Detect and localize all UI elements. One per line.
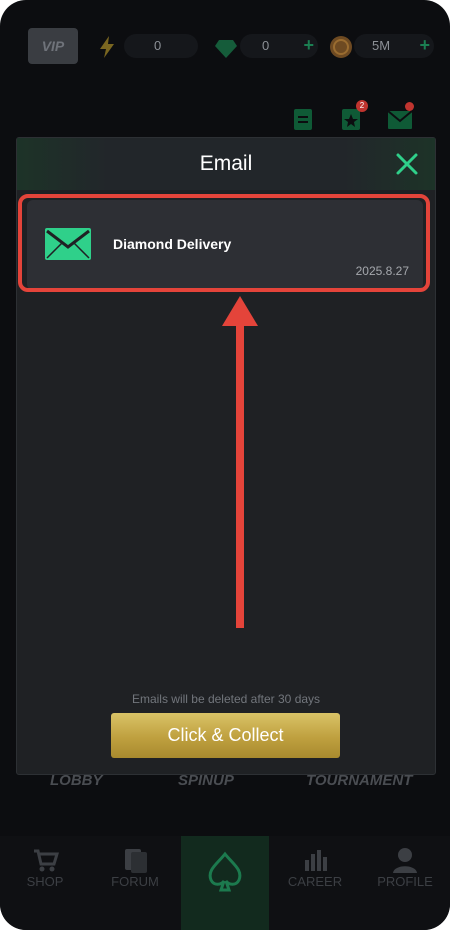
top-bar: VIP 0 0 + 5M + (0, 26, 450, 68)
nav-forum-label: FORUM (111, 874, 159, 889)
deletion-notice: Emails will be deleted after 30 days (131, 692, 321, 706)
vip-badge[interactable]: VIP (28, 28, 78, 64)
add-gems-button[interactable]: + (303, 35, 314, 56)
tournament-tile[interactable]: TOURNAMENT (306, 772, 412, 806)
gem-icon (215, 40, 237, 58)
spade-icon (208, 851, 242, 892)
modal-header: Email (17, 138, 435, 190)
mail-icon[interactable] (387, 110, 413, 130)
nav-profile[interactable]: PROFILE (360, 836, 450, 930)
gems-counter: 0 + (240, 34, 318, 58)
nav-career[interactable]: CAREER (270, 836, 360, 930)
spinup-tile[interactable]: SPINUP (178, 772, 234, 806)
rewards-badge: 2 (356, 100, 368, 112)
gems-value: 0 (262, 38, 270, 53)
modal-title: Email (199, 152, 253, 175)
coins-value: 5M (372, 38, 391, 53)
career-icon (305, 850, 327, 871)
close-icon[interactable] (395, 152, 419, 176)
profile-icon (393, 848, 417, 873)
mail-notification-dot (405, 102, 414, 111)
shop-icon (34, 849, 59, 872)
arrow-up-icon (222, 296, 258, 628)
collect-button[interactable]: Click & Collect (111, 713, 340, 758)
nav-home[interactable] (181, 836, 269, 930)
nav-career-label: CAREER (287, 874, 343, 889)
nav-forum[interactable]: FORUM (90, 836, 180, 930)
nav-shop-label: SHOP (26, 874, 64, 889)
highlight-box (18, 194, 430, 292)
coins-counter: 5M + (354, 34, 434, 58)
forum-icon (125, 849, 147, 873)
tasks-icon[interactable] (292, 106, 314, 132)
energy-counter: 0 (124, 34, 198, 58)
coin-icon (330, 36, 352, 58)
nav-shop[interactable]: SHOP (0, 836, 90, 930)
bottom-nav: SHOP FORUM CAREER PROFILE (0, 836, 450, 930)
add-coins-button[interactable]: + (419, 35, 430, 56)
lobby-tile[interactable]: LOBBY (50, 772, 103, 806)
energy-value: 0 (154, 38, 162, 53)
lightning-icon (100, 36, 114, 58)
phone-screen: VIP 0 0 + 5M + 2 LOBBY SPINUP TOURNAMENT… (0, 0, 450, 930)
nav-profile-label: PROFILE (377, 874, 433, 889)
